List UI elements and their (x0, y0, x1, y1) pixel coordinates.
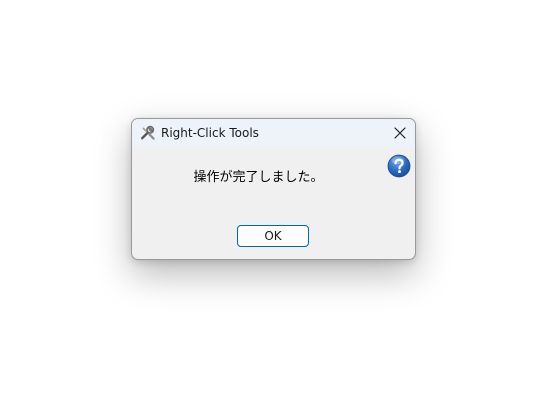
message-dialog: Right-Click Tools 操作が完了しました。 OK (131, 118, 416, 260)
dialog-message: 操作が完了しました。 (193, 170, 324, 185)
desktop: Right-Click Tools 操作が完了しました。 OK (0, 0, 540, 405)
ok-button[interactable]: OK (237, 225, 309, 247)
close-icon (394, 127, 406, 139)
window-title: Right-Click Tools (161, 126, 259, 140)
question-icon (387, 154, 411, 178)
close-button[interactable] (385, 119, 415, 147)
title-bar[interactable]: Right-Click Tools (132, 119, 415, 147)
tools-icon (140, 125, 156, 141)
